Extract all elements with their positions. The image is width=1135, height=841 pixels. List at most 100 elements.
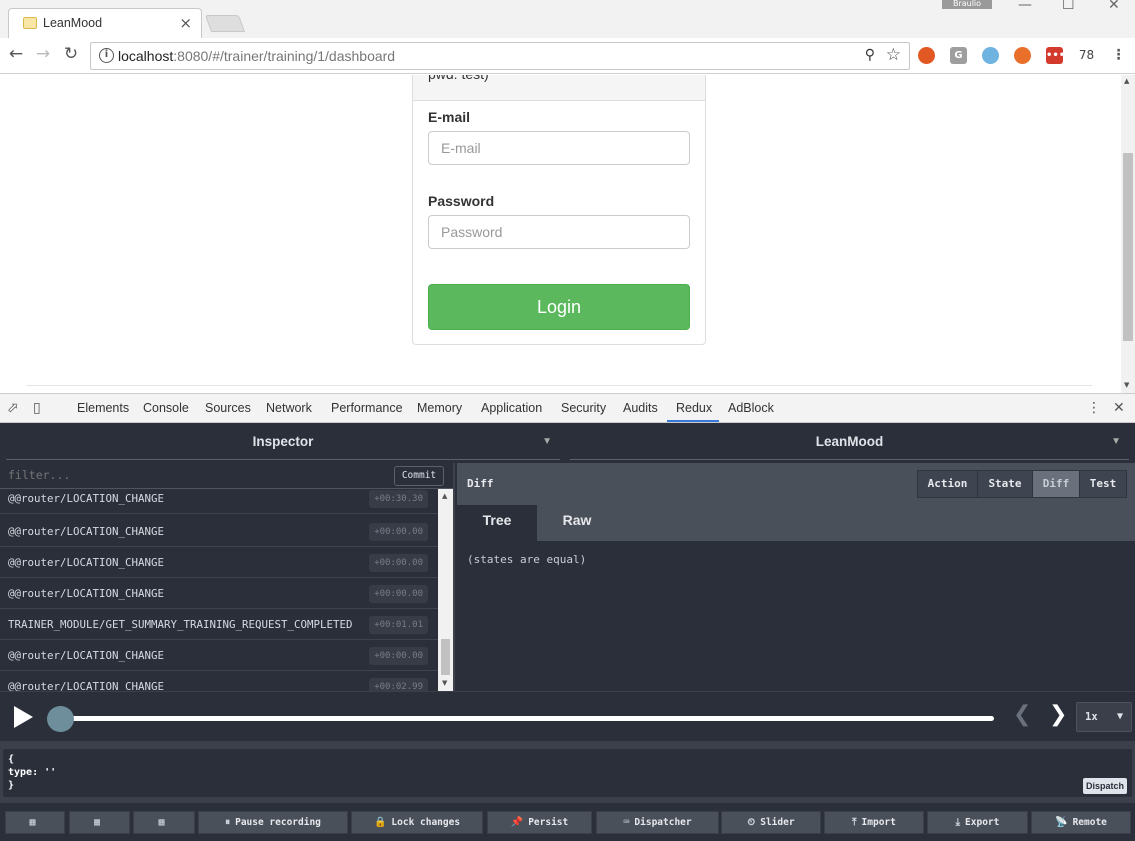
action-list-scrollbar[interactable]: ▲ ▼ bbox=[438, 489, 453, 691]
page-scrollbar[interactable]: ▲ ▼ bbox=[1121, 75, 1135, 393]
tab-elements[interactable]: Elements bbox=[77, 401, 129, 415]
bookmark-star-icon[interactable]: ☆ bbox=[886, 45, 901, 65]
scroll-up-icon[interactable]: ▲ bbox=[442, 492, 447, 500]
toolbar-button-label: Remote bbox=[1072, 817, 1107, 828]
extension-target-icon[interactable] bbox=[982, 47, 999, 64]
slider-handle[interactable] bbox=[47, 706, 74, 732]
key-icon[interactable]: ⚲ bbox=[865, 47, 875, 63]
action-row[interactable]: @@router/LOCATION_CHANGE +00:00.00 bbox=[0, 640, 438, 671]
scroll-up-icon[interactable]: ▲ bbox=[1124, 77, 1129, 85]
dock-right-button[interactable]: ▦ bbox=[69, 811, 130, 834]
dock-bottom-button[interactable]: ▦ bbox=[133, 811, 195, 834]
devtools-close-icon[interactable]: ✕ bbox=[1113, 400, 1125, 416]
tab-memory[interactable]: Memory bbox=[417, 401, 462, 415]
scrollbar-thumb[interactable] bbox=[441, 639, 450, 675]
dock-left-icon: ▦ bbox=[29, 817, 36, 828]
action-row[interactable]: @@router/LOCATION_CHANGE +00:02.99 bbox=[0, 671, 438, 691]
tab-performance[interactable]: Performance bbox=[331, 401, 403, 415]
user-profile-badge[interactable]: Braulio bbox=[942, 0, 992, 9]
tab-console[interactable]: Console bbox=[143, 401, 189, 415]
tab-application[interactable]: Application bbox=[481, 401, 542, 415]
speed-select[interactable]: 1x ▼ bbox=[1076, 702, 1132, 732]
devtools-menu-icon[interactable]: ⋮ bbox=[1087, 400, 1101, 416]
url-text[interactable]: localhost:8080/#/trainer/training/1/dash… bbox=[118, 48, 395, 64]
action-name: @@router/LOCATION_CHANGE bbox=[8, 587, 165, 600]
password-field[interactable] bbox=[428, 215, 690, 249]
dispatch-code[interactable]: { type: '' } bbox=[8, 753, 56, 792]
play-icon[interactable] bbox=[14, 706, 33, 728]
reload-icon[interactable]: ↻ bbox=[60, 44, 82, 64]
pause-icon: ⏸ bbox=[225, 817, 231, 828]
address-bar[interactable]: i localhost:8080/#/trainer/training/1/da… bbox=[90, 42, 910, 70]
diff-subtabs: Tree Raw bbox=[457, 505, 1135, 541]
import-button[interactable]: ⤒ Import bbox=[824, 811, 924, 834]
tab-adblock[interactable]: AdBlock bbox=[728, 401, 774, 415]
test-view-button[interactable]: Test bbox=[1079, 470, 1127, 498]
browser-menu-icon[interactable]: ⋮ bbox=[1110, 47, 1127, 64]
dispatch-button[interactable]: Dispatch bbox=[1082, 778, 1127, 794]
action-timestamp: +00:01.01 bbox=[369, 616, 428, 634]
chevron-right-icon[interactable]: ❯ bbox=[1049, 702, 1067, 727]
action-view-button[interactable]: Action bbox=[917, 470, 978, 498]
pause-recording-button[interactable]: ⏸ Pause recording bbox=[198, 811, 348, 834]
minimize-window-icon[interactable]: — bbox=[1018, 0, 1032, 13]
back-arrow-icon[interactable]: ← bbox=[5, 44, 27, 64]
monitor-select[interactable]: Inspector ▼ bbox=[6, 423, 560, 463]
action-row[interactable]: @@router/LOCATION_CHANGE +00:00.00 bbox=[0, 578, 438, 609]
tab-audits[interactable]: Audits bbox=[623, 401, 658, 415]
tab-sources[interactable]: Sources bbox=[205, 401, 251, 415]
site-info-icon[interactable]: i bbox=[99, 48, 114, 63]
tab-security[interactable]: Security bbox=[561, 401, 606, 415]
filter-input[interactable] bbox=[8, 468, 378, 482]
login-button[interactable]: Login bbox=[428, 284, 690, 330]
slider-button[interactable]: ⏲ Slider bbox=[721, 811, 821, 834]
browser-tab[interactable]: LeanMood × bbox=[8, 8, 202, 38]
dispatcher-area: { type: '' } Dispatch bbox=[0, 741, 1135, 803]
extension-count-badge[interactable]: 78 bbox=[1078, 47, 1095, 64]
extension-shield-icon[interactable] bbox=[918, 47, 935, 64]
scrollbar-thumb[interactable] bbox=[1123, 153, 1133, 341]
new-tab-button[interactable] bbox=[204, 15, 246, 32]
state-view-button[interactable]: State bbox=[977, 470, 1033, 498]
extension-g-icon[interactable]: G bbox=[950, 47, 967, 64]
tab-raw[interactable]: Raw bbox=[537, 505, 617, 541]
diff-view-button[interactable]: Diff bbox=[1032, 470, 1080, 498]
extension-dots-icon[interactable]: ••• bbox=[1046, 47, 1065, 64]
lock-changes-button[interactable]: 🔒 Lock changes bbox=[351, 811, 483, 834]
action-row[interactable]: @@router/LOCATION_CHANGE +00:00.00 bbox=[0, 516, 438, 547]
instance-select[interactable]: LeanMood ▼ bbox=[570, 423, 1129, 463]
device-toolbar-icon[interactable]: ▯ bbox=[33, 400, 41, 416]
tab-network[interactable]: Network bbox=[266, 401, 312, 415]
action-timestamp: +00:00.00 bbox=[369, 585, 428, 603]
scroll-down-icon[interactable]: ▼ bbox=[442, 679, 447, 687]
dispatcher-button[interactable]: ⌨ Dispatcher bbox=[596, 811, 719, 834]
tab-tree[interactable]: Tree bbox=[457, 505, 537, 541]
slider-track[interactable] bbox=[58, 716, 994, 721]
email-field[interactable] bbox=[428, 131, 690, 165]
action-row[interactable]: @@router/LOCATION_CHANGE +00:30.30 bbox=[0, 483, 438, 514]
panel-title: Diff bbox=[467, 477, 494, 490]
scroll-down-icon[interactable]: ▼ bbox=[1124, 381, 1129, 389]
remote-button[interactable]: 📡 Remote bbox=[1031, 811, 1131, 834]
diff-message: (states are equal) bbox=[467, 553, 587, 566]
tab-close-icon[interactable]: × bbox=[179, 14, 192, 32]
close-window-icon[interactable]: ✕ bbox=[1108, 0, 1120, 13]
active-tab-indicator bbox=[667, 420, 719, 422]
chevron-left-icon[interactable]: ❮ bbox=[1013, 702, 1031, 727]
extension-lifebuoy-icon[interactable] bbox=[1014, 47, 1031, 64]
login-panel: pwd: test) E-mail Password Login bbox=[412, 75, 706, 345]
dispatch-editor[interactable]: { type: '' } Dispatch bbox=[3, 749, 1132, 797]
dock-left-button[interactable]: ▦ bbox=[5, 811, 65, 834]
maximize-window-icon[interactable]: ☐ bbox=[1062, 0, 1075, 13]
action-row[interactable]: @@router/LOCATION_CHANGE +00:00.00 bbox=[0, 547, 438, 578]
export-button[interactable]: ⤓ Export bbox=[927, 811, 1028, 834]
action-row[interactable]: TRAINER_MODULE/GET_SUMMARY_TRAINING_REQU… bbox=[0, 609, 438, 640]
persist-button[interactable]: 📌 Persist bbox=[487, 811, 592, 834]
action-name: @@router/LOCATION_CHANGE bbox=[8, 649, 165, 662]
toolbar-button-label: Persist bbox=[528, 817, 569, 828]
action-name: @@router/LOCATION_CHANGE bbox=[8, 492, 165, 505]
tab-redux[interactable]: Redux bbox=[676, 401, 712, 415]
inspect-element-icon[interactable]: ⬀ bbox=[7, 400, 19, 416]
forward-arrow-icon[interactable]: → bbox=[32, 44, 54, 64]
upload-icon: ⤒ bbox=[852, 817, 857, 828]
